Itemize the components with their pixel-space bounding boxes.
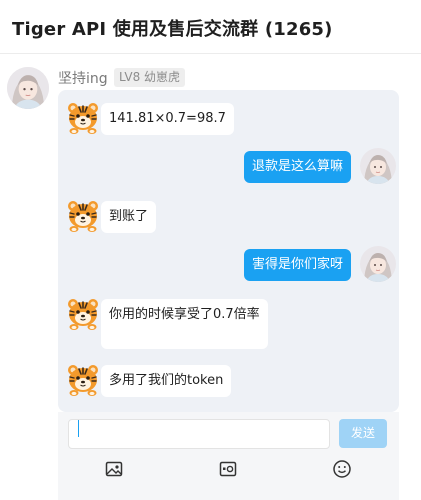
sender-name[interactable]: 坚持ing (58, 68, 108, 88)
tiger-icon[interactable] (65, 198, 101, 234)
message-input[interactable] (68, 419, 330, 449)
message-bubble-left[interactable]: 141.81×0.7=98.7 (101, 103, 234, 135)
message-bubble-left[interactable]: 到账了 (101, 201, 157, 233)
sender-level-badge: LV8 幼崽虎 (114, 68, 186, 87)
group-title: Tiger API 使用及售后交流群 (1265) (12, 19, 333, 40)
sender-avatar[interactable] (7, 67, 49, 109)
tiger-icon[interactable] (65, 100, 101, 136)
user-avatar[interactable] (360, 246, 396, 282)
image-icon[interactable] (104, 459, 124, 479)
message-bubble-right[interactable]: 退款是这么算嘛 (244, 151, 352, 183)
message-composer: 发送 (58, 412, 399, 500)
message-bubble-left[interactable]: 多用了我们的token (101, 365, 232, 397)
text-caret (78, 420, 79, 437)
tiger-icon[interactable] (65, 362, 101, 398)
chat-thread[interactable]: 141.81×0.7=98.7 退款是这么算嘛 到账了 害得是你们家呀 你用的时… (58, 90, 399, 412)
tiger-icon[interactable] (65, 296, 101, 332)
chat-header: Tiger API 使用及售后交流群 (1265) (0, 0, 421, 54)
message-bubble-right[interactable]: 害得是你们家呀 (244, 249, 352, 281)
media-icon[interactable] (218, 459, 238, 479)
emoji-icon[interactable] (332, 459, 352, 479)
send-button[interactable]: 发送 (339, 419, 387, 448)
user-avatar[interactable] (360, 148, 396, 184)
message-bubble-left[interactable]: 你用的时候享受了0.7倍率 (101, 299, 268, 349)
